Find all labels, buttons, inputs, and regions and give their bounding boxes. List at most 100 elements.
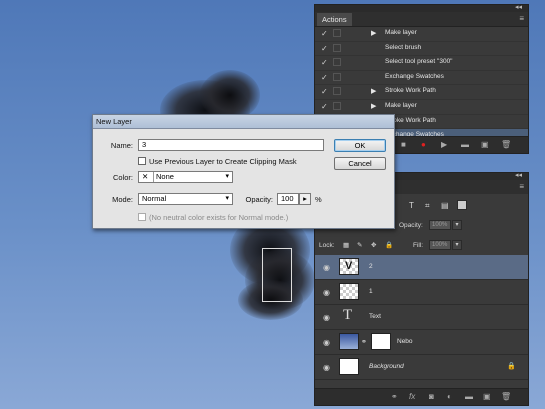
tab-actions[interactable]: Actions: [317, 13, 352, 26]
action-row[interactable]: ✓ Select tool preset "300": [315, 56, 528, 71]
opacity-dropdown[interactable]: ▾: [452, 220, 462, 230]
cancel-button[interactable]: Cancel: [334, 157, 386, 170]
lock-pixels-icon[interactable]: ▦: [343, 241, 349, 249]
opacity-field[interactable]: 100%: [429, 220, 451, 230]
layer-thumbnail: V: [339, 258, 359, 275]
eye-icon[interactable]: ◉: [323, 338, 330, 347]
mode-select[interactable]: Normal ▾: [138, 193, 233, 205]
dialog-toggle-box[interactable]: [333, 29, 341, 37]
type-filter-icon[interactable]: T: [409, 201, 414, 210]
collapse-icon[interactable]: ◂◂: [515, 171, 522, 179]
expand-icon[interactable]: ▶: [371, 29, 376, 37]
neutral-color-label: (No neutral color exists for Normal mode…: [149, 213, 289, 222]
dialog-toggle-box[interactable]: [333, 58, 341, 67]
check-icon[interactable]: ✓: [321, 58, 328, 67]
opacity-dropdown[interactable]: ▸: [299, 193, 311, 205]
layers-footer: ⚭ fx ◙ ◐ ▬ ▣ 🗑: [315, 388, 528, 405]
action-row[interactable]: ✓ ▶ Make layer: [315, 100, 528, 115]
fx-icon[interactable]: fx: [409, 393, 418, 401]
layer-row[interactable]: ◉ ⚭ Nebo: [315, 330, 528, 355]
dialog-toggle-box[interactable]: [333, 72, 341, 81]
check-icon[interactable]: ✓: [321, 87, 328, 96]
color-label: Color:: [112, 173, 133, 182]
expand-icon[interactable]: ▶: [371, 102, 376, 110]
check-icon[interactable]: ✓: [321, 44, 328, 53]
name-input[interactable]: 3: [138, 139, 324, 151]
panel-menu-icon[interactable]: ≡: [519, 14, 524, 23]
eye-icon[interactable]: ◉: [323, 288, 330, 297]
mask-thumbnail[interactable]: [371, 333, 391, 350]
mask-icon[interactable]: ◙: [429, 393, 438, 401]
action-row[interactable]: ✓ Select brush: [315, 42, 528, 57]
dialog-toggle-box[interactable]: [333, 43, 341, 52]
new-set-icon[interactable]: ▬: [461, 141, 470, 149]
panel-topbar: ◂◂: [315, 3, 528, 12]
stop-icon[interactable]: ■: [401, 141, 410, 149]
fill-field[interactable]: 100%: [429, 240, 451, 250]
filter-toggle[interactable]: [457, 200, 467, 210]
layer-name: Text: [369, 313, 381, 320]
check-icon[interactable]: ✓: [321, 73, 328, 82]
layer-row[interactable]: ◉ V 2: [315, 255, 528, 280]
opacity-label: Opacity:: [399, 222, 423, 229]
action-label: Make layer: [385, 29, 417, 36]
clipping-mask-checkbox[interactable]: [138, 157, 146, 165]
layer-row[interactable]: ◉ Background 🔒: [315, 355, 528, 380]
fill-label: Fill:: [413, 242, 424, 249]
eye-icon[interactable]: ◉: [323, 313, 330, 322]
layer-name: 2: [369, 263, 373, 270]
record-icon[interactable]: ●: [421, 141, 430, 149]
eye-icon[interactable]: ◉: [323, 363, 330, 372]
layer-name: Nebo: [397, 338, 413, 345]
layer-row[interactable]: ◉ 1: [315, 280, 528, 305]
lock-row: Lock: ▦ ✎ ✥ 🔒 Fill: 100% ▾: [315, 239, 528, 253]
fill-dropdown[interactable]: ▾: [452, 240, 462, 250]
delete-icon[interactable]: 🗑: [501, 141, 511, 149]
collapse-icon[interactable]: ◂◂: [515, 3, 522, 11]
dialog-title: New Layer: [93, 115, 394, 129]
new-layer-icon[interactable]: ▣: [483, 393, 492, 401]
layer-thumbnail: [339, 283, 359, 300]
lock-label: Lock:: [319, 242, 335, 249]
opacity-label: Opacity:: [245, 195, 273, 204]
type-layer-icon: T: [343, 307, 353, 323]
chevron-down-icon: ▾: [225, 173, 229, 180]
dialog-toggle-box[interactable]: [333, 101, 341, 110]
new-action-icon[interactable]: ▣: [481, 141, 490, 149]
opacity-input[interactable]: 100: [277, 193, 299, 205]
layer-name: 1: [369, 288, 373, 295]
smoke-shape: [200, 70, 260, 120]
expand-icon[interactable]: ▶: [371, 87, 376, 95]
lock-all-icon[interactable]: 🔒: [385, 241, 393, 249]
check-icon[interactable]: ✓: [321, 102, 328, 111]
mode-select-value: Normal: [142, 194, 167, 203]
play-icon[interactable]: ▶: [441, 141, 450, 149]
ok-button[interactable]: OK: [334, 139, 386, 152]
action-label: Stroke Work Path: [385, 87, 436, 95]
shape-filter-icon[interactable]: ⌗: [425, 201, 430, 211]
mask-link-icon[interactable]: ⚭: [361, 338, 367, 346]
clipping-mask-label: Use Previous Layer to Create Clipping Ma…: [149, 157, 297, 166]
check-icon[interactable]: ✓: [321, 29, 328, 38]
adjustment-icon[interactable]: ◐: [447, 393, 456, 401]
action-row[interactable]: ✓ ▶ Make layer: [315, 27, 528, 42]
group-icon[interactable]: ▬: [465, 393, 474, 401]
mode-label: Mode:: [112, 195, 133, 204]
lock-paint-icon[interactable]: ✎: [357, 241, 362, 249]
layer-name: Background: [369, 363, 404, 370]
layer-row[interactable]: ◉ T Text: [315, 305, 528, 330]
action-row[interactable]: ✓ Exchange Swatches: [315, 71, 528, 86]
eye-icon[interactable]: ◉: [323, 263, 330, 272]
lock-move-icon[interactable]: ✥: [371, 241, 376, 249]
opacity-unit: %: [315, 195, 322, 204]
color-select[interactable]: ✕ None ▾: [138, 171, 233, 183]
action-row[interactable]: ✓ ▶ Stroke Work Path: [315, 85, 528, 100]
new-layer-dialog: New Layer Name: 3 Use Previous Layer to …: [92, 114, 395, 229]
link-icon[interactable]: ⚭: [391, 393, 400, 401]
dialog-toggle-box[interactable]: [333, 87, 341, 96]
panel-menu-icon[interactable]: ≡: [519, 182, 524, 191]
smart-filter-icon[interactable]: ▤: [441, 201, 449, 210]
delete-layer-icon[interactable]: 🗑: [501, 393, 511, 401]
action-label: Select tool preset "300": [385, 58, 453, 66]
layer-thumbnail: [339, 358, 359, 375]
